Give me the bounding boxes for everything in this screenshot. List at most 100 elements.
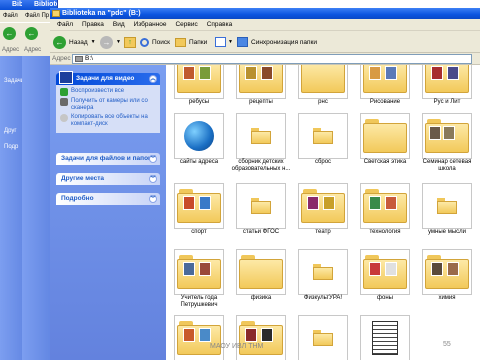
copy-to-cd-link[interactable]: Копировать все объекты на компакт-диск xyxy=(60,114,156,128)
address-bar: Адрес B:\ xyxy=(50,53,480,65)
folder-icon xyxy=(236,113,286,159)
file-item-rebusy[interactable]: ребусы xyxy=(168,65,230,106)
chevron-down-icon: ▼ xyxy=(90,39,96,45)
search-button[interactable]: Поиск xyxy=(140,34,170,50)
file-item-fizkultura[interactable]: ФизкультУРА! xyxy=(292,249,354,302)
file-item-stati-fgos[interactable]: статьи ФГОС xyxy=(230,183,292,236)
forward-arrow-icon: → xyxy=(100,35,113,49)
explorer-window[interactable]: Biblioteka na "pdc" (B:) Файл Правка Вид… xyxy=(50,8,480,360)
views-button[interactable]: ▼ xyxy=(215,34,233,50)
menu-edit[interactable]: Правка xyxy=(82,19,104,31)
folder-icon xyxy=(360,183,410,229)
folder-icon xyxy=(422,65,472,99)
details-panel: Подробно ︾ xyxy=(56,193,160,205)
folder-icon xyxy=(360,249,410,295)
chevron-down-icon: ▼ xyxy=(116,39,121,45)
other-places-panel: Другие места ︾ xyxy=(56,173,160,185)
file-item-recepty[interactable]: рецепты xyxy=(230,65,292,106)
folder-icon xyxy=(298,315,348,360)
file-item-uchitel-goda[interactable]: Учитель года Петрушкевич xyxy=(168,249,230,309)
menu-view[interactable]: Вид xyxy=(113,19,125,31)
folder-icon xyxy=(422,183,472,229)
folder-icon xyxy=(174,249,224,295)
folder-icon xyxy=(360,65,410,99)
back-button[interactable]: ← Назад ▼ xyxy=(53,34,96,50)
globe-icon xyxy=(174,113,224,159)
folder-icon xyxy=(236,65,286,99)
file-tasks-header[interactable]: Задачи для файлов и папок ︾ xyxy=(56,153,160,165)
back-arrow-icon: ← xyxy=(3,27,16,40)
file-item-rus-i-lit[interactable]: Рус и Лит xyxy=(416,65,478,106)
menu-bar: Файл Правка Вид Избранное Сервис Справка xyxy=(50,19,480,31)
folder-icon xyxy=(422,113,472,159)
play-icon xyxy=(60,88,68,96)
video-tasks-header[interactable]: Задачи для видео ︽ xyxy=(56,71,160,85)
sync-icon xyxy=(237,37,248,47)
file-item-himiya[interactable]: химия xyxy=(416,249,478,302)
up-folder-icon: ↑ xyxy=(124,36,136,48)
file-item-fizika[interactable]: физика xyxy=(230,249,292,302)
address-label: Адрес xyxy=(52,55,71,62)
file-item-row5-4[interactable] xyxy=(354,315,416,360)
file-item-row5-2[interactable] xyxy=(230,315,292,360)
folder-icon xyxy=(422,249,472,295)
drive-icon xyxy=(75,56,83,62)
folders-button[interactable]: Папки xyxy=(175,34,207,50)
file-item-sbros[interactable]: сброс xyxy=(292,113,354,166)
file-item-row5-1[interactable] xyxy=(168,315,230,360)
forward-button[interactable]: → ▼ xyxy=(100,34,121,50)
other-places-header[interactable]: Другие места ︾ xyxy=(56,173,160,185)
toolbar: ← Назад ▼ → ▼ ↑ Поиск Папки ▼ Синхрониза… xyxy=(50,31,480,53)
document-icon xyxy=(360,315,410,360)
search-icon xyxy=(140,37,149,47)
file-item-row5-3[interactable] xyxy=(292,315,354,360)
collapse-icon[interactable]: ︽ xyxy=(149,75,157,83)
expand-icon[interactable]: ︾ xyxy=(149,195,157,203)
expand-icon[interactable]: ︾ xyxy=(149,175,157,183)
play-all-link[interactable]: Воспроизвести все xyxy=(60,88,156,96)
folder-icon xyxy=(298,65,348,99)
menu-file[interactable]: Файл xyxy=(57,19,73,31)
folder-icon xyxy=(174,315,224,360)
folder-icon xyxy=(174,183,224,229)
folder-icon xyxy=(298,183,348,229)
folder-icon xyxy=(298,113,348,159)
menu-tools[interactable]: Сервис xyxy=(175,19,197,31)
file-item-seminar[interactable]: Семинар сетевая школа xyxy=(416,113,478,173)
up-folder-button[interactable]: ↑ xyxy=(124,34,136,50)
views-icon xyxy=(215,37,226,47)
menu-favorites[interactable]: Избранное xyxy=(134,19,167,31)
file-item-risovanie[interactable]: Рисование xyxy=(354,65,416,106)
file-item-sport[interactable]: спорт xyxy=(168,183,230,236)
file-item-sajty-adresa[interactable]: сайты адреса xyxy=(168,113,230,166)
video-tasks-body: Воспроизвести все Получить от камеры или… xyxy=(56,85,160,133)
window-title: Biblioteka na "pdc" (B:) xyxy=(62,10,141,17)
file-item-sbornik[interactable]: сборник детских образовательных н... xyxy=(230,113,292,173)
folder-icon xyxy=(360,113,410,159)
menu-help[interactable]: Справка xyxy=(207,19,233,31)
title-bar[interactable]: Biblioteka na "pdc" (B:) xyxy=(50,8,480,19)
details-header[interactable]: Подробно ︾ xyxy=(56,193,160,205)
address-input[interactable]: B:\ xyxy=(72,54,472,64)
folder-icon xyxy=(236,249,286,295)
back-arrow-icon: ← xyxy=(25,27,38,40)
file-item-umnye-mysli[interactable]: умные мысли xyxy=(416,183,478,236)
cd-icon xyxy=(60,114,68,122)
file-item-fony[interactable]: фоны xyxy=(354,249,416,302)
footer-page-number: 55 xyxy=(443,341,451,348)
folder-icon xyxy=(174,65,224,99)
task-pane: Задачи для видео ︽ Воспроизвести все Пол… xyxy=(50,65,166,360)
footer-left-text: МАОУ ИВЛ ТНМ xyxy=(210,343,264,350)
file-item-tehnologiya[interactable]: технология xyxy=(354,183,416,236)
file-item-teatr[interactable]: театр xyxy=(292,183,354,236)
back-arrow-icon: ← xyxy=(53,35,66,49)
expand-icon[interactable]: ︾ xyxy=(149,155,157,163)
sync-folder-button[interactable]: Синхронизация папки xyxy=(237,34,317,50)
file-tasks-panel: Задачи для файлов и папок ︾ xyxy=(56,153,160,165)
camera-icon xyxy=(60,98,68,106)
folder-icon xyxy=(236,183,286,229)
file-item-rns[interactable]: рнс xyxy=(292,65,354,106)
get-from-camera-link[interactable]: Получить от камеры или со сканера xyxy=(60,98,156,112)
folder-icon xyxy=(298,249,348,295)
file-item-svetskaya-etika[interactable]: Светская этика xyxy=(354,113,416,166)
